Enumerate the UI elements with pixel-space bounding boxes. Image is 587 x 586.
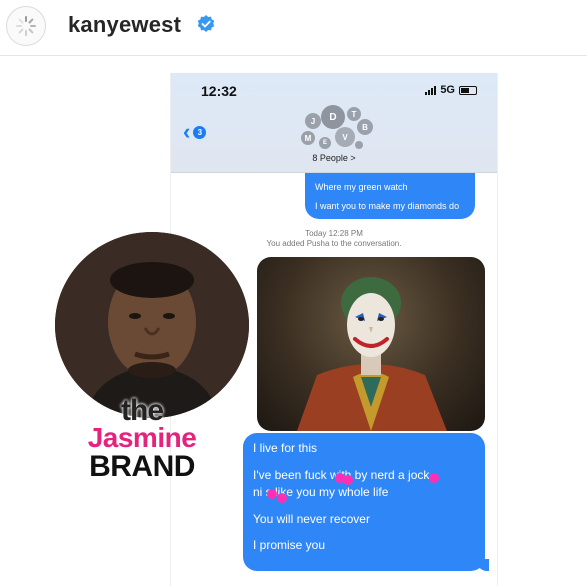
group-avatar: J bbox=[305, 113, 321, 129]
back-button[interactable]: ‹ 3 bbox=[183, 119, 207, 144]
verified-badge-icon bbox=[197, 15, 215, 32]
joker-photo bbox=[297, 277, 447, 431]
message-bubble-outgoing: Where my green watch I want you to make … bbox=[305, 173, 475, 219]
censor-dot bbox=[267, 489, 277, 499]
signal-icon bbox=[425, 85, 437, 95]
event-timestamp: Today 12:28 PM bbox=[305, 229, 363, 238]
watermark-line: BRAND bbox=[89, 450, 195, 483]
post-image: 12:32 5G ‹ 3 J D T M V B E 8 People > Wh… bbox=[0, 57, 587, 586]
watermark-line: Jasmine bbox=[87, 422, 197, 453]
group-avatar bbox=[355, 141, 363, 149]
group-avatar: M bbox=[301, 131, 315, 145]
conversation-event: Today 12:28 PM You added Pusha to the co… bbox=[171, 229, 497, 250]
watermark-logo: the Jasmine BRAND bbox=[62, 394, 222, 483]
message-text: I want you to make my diamonds do bbox=[315, 200, 460, 211]
group-avatar: T bbox=[347, 107, 361, 121]
image-attachment[interactable] bbox=[257, 257, 485, 431]
unread-badge: 3 bbox=[193, 125, 207, 139]
status-time: 12:32 bbox=[201, 83, 237, 99]
bubble-tail bbox=[477, 559, 489, 571]
message-text: Where my green watch bbox=[315, 182, 408, 192]
status-indicators: 5G bbox=[425, 84, 477, 96]
message-text: I've been fuck with by nerd a jock bbox=[253, 467, 430, 482]
chevron-left-icon: ‹ bbox=[183, 119, 191, 144]
network-label: 5G bbox=[440, 84, 455, 96]
group-avatar-cluster[interactable]: J D T M V B E bbox=[291, 105, 381, 155]
event-text: You added Pusha to the conversation. bbox=[266, 239, 402, 249]
post-username[interactable]: kanyewest bbox=[68, 12, 181, 38]
message-text: I live for this bbox=[253, 441, 318, 455]
message-text: You will never recover bbox=[253, 511, 370, 526]
portrait-photo bbox=[55, 232, 249, 418]
chat-header: 12:32 5G ‹ 3 J D T M V B E 8 People > bbox=[171, 73, 497, 173]
profile-avatar[interactable] bbox=[6, 6, 46, 46]
loading-spinner-icon bbox=[16, 16, 36, 36]
battery-icon bbox=[459, 85, 477, 95]
group-avatar: V bbox=[335, 127, 355, 147]
group-name[interactable]: 8 People > bbox=[171, 153, 497, 163]
portrait-circle bbox=[55, 232, 249, 418]
watermark-line: the bbox=[121, 394, 164, 427]
post-header: kanyewest bbox=[0, 0, 587, 56]
censor-dot bbox=[343, 475, 353, 485]
censor-dot bbox=[277, 493, 287, 503]
group-avatar: B bbox=[357, 119, 373, 135]
message-text: I promise you bbox=[253, 538, 326, 553]
group-avatar: D bbox=[321, 105, 345, 129]
censor-dot bbox=[429, 473, 439, 483]
message-bubble-outgoing: I live for this I've been fuck with by n… bbox=[243, 433, 489, 571]
group-avatar: E bbox=[319, 137, 331, 149]
